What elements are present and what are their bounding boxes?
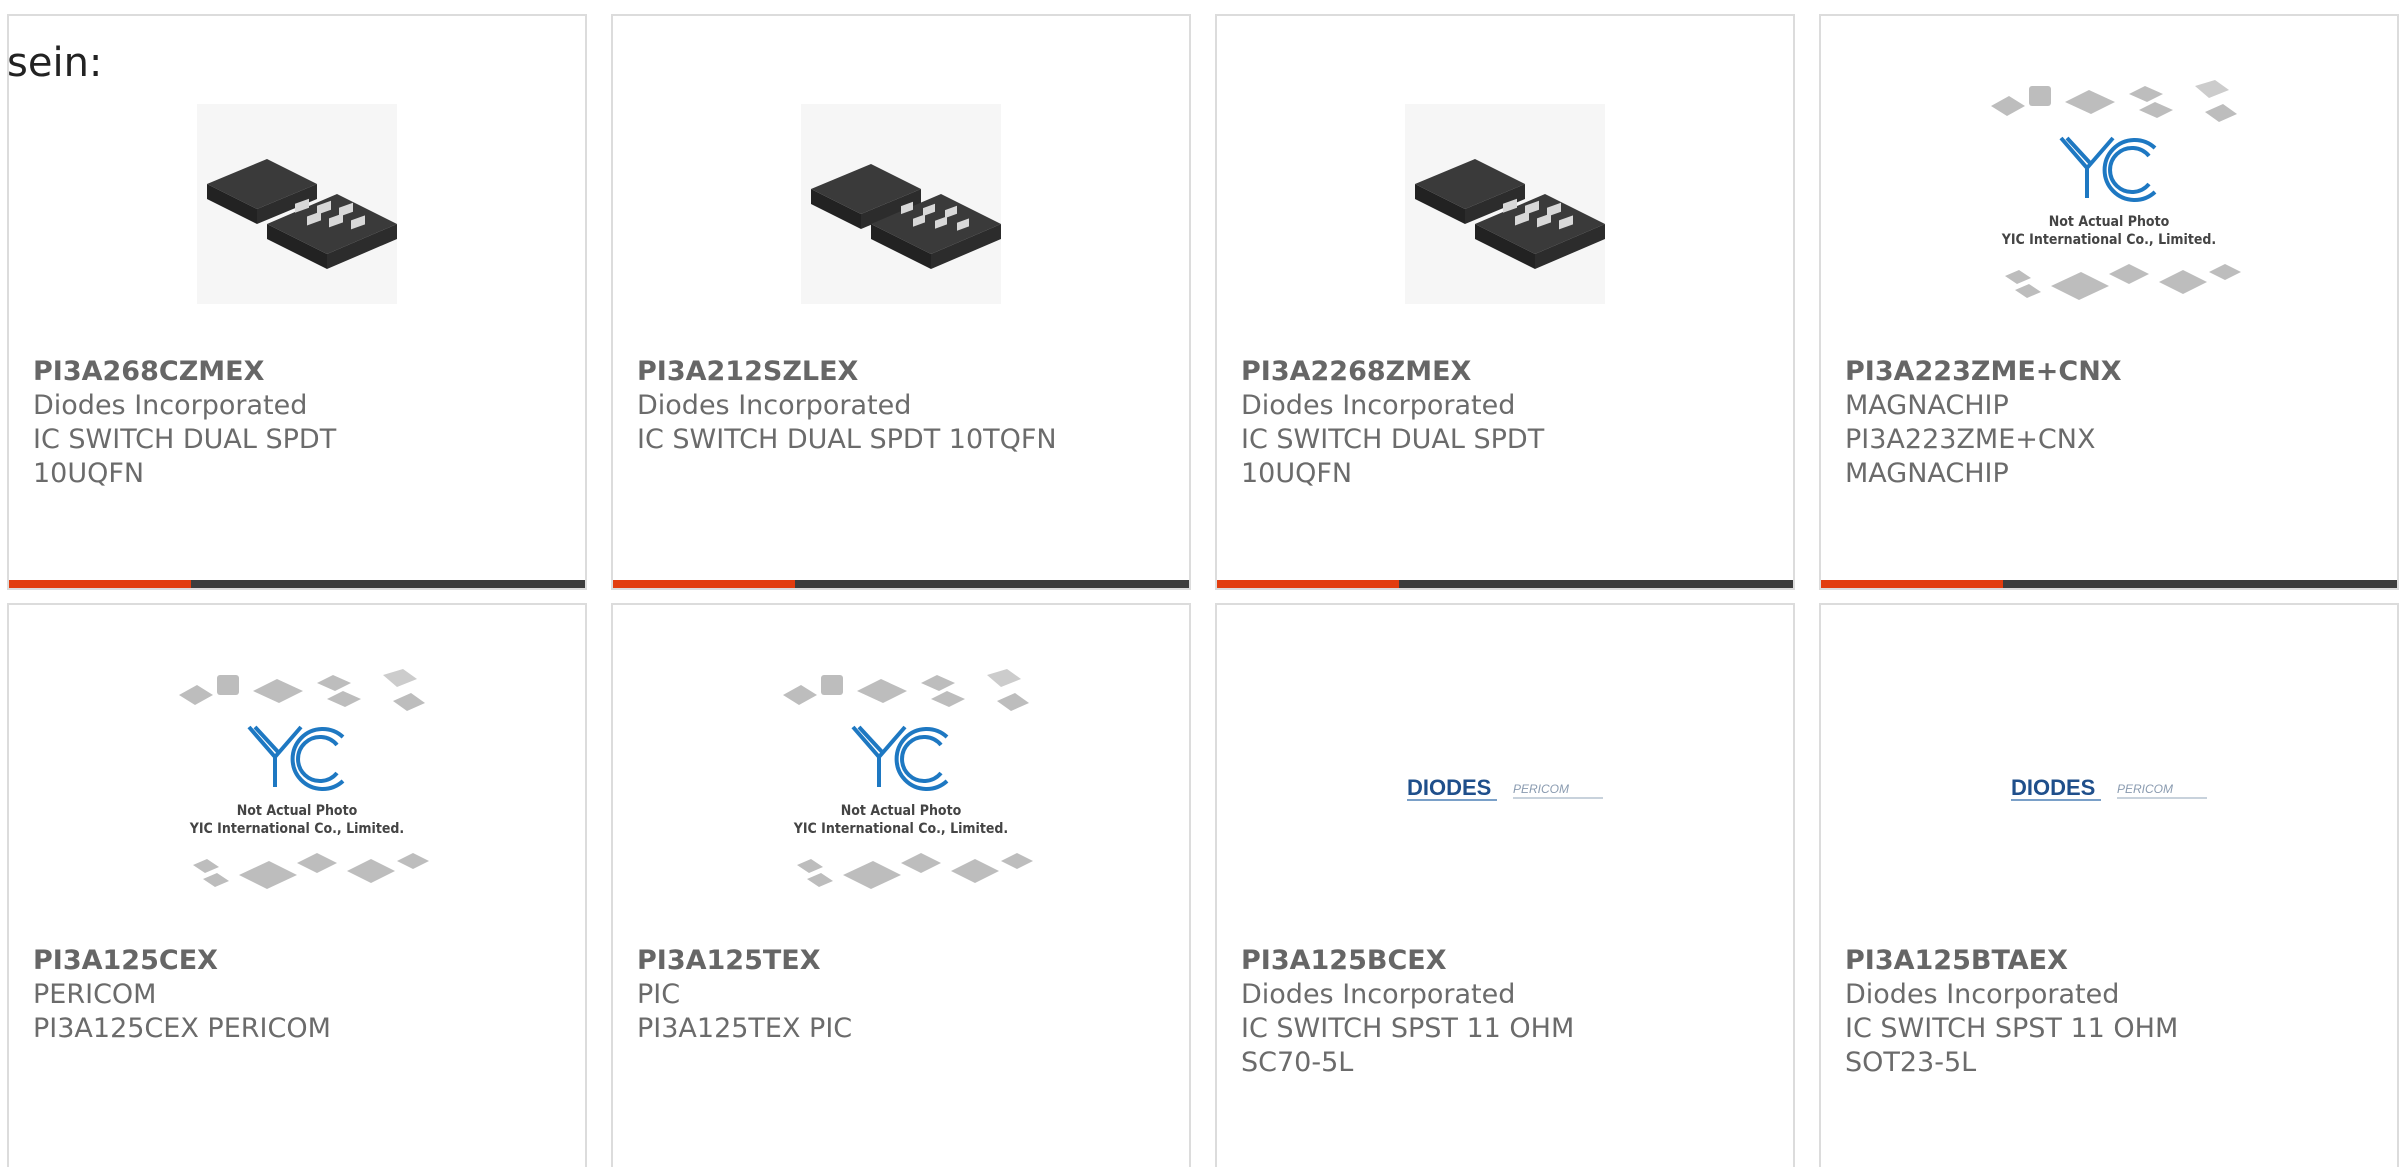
product-card[interactable]: PI3A2268ZMEX Diodes Incorporated IC SWIT… [1215,14,1795,590]
product-info: PI3A268CZMEX Diodes Incorporated IC SWIT… [33,355,453,491]
product-info: PI3A125BCEX Diodes Incorporated IC SWITC… [1241,944,1661,1080]
qfn-chip-icon [197,104,397,304]
card-bottom-bar [9,580,585,588]
description: PI3A223ZME+CNX MAGNACHIP [1845,424,2096,489]
product-info: PI3A212SZLEX Diodes Incorporated IC SWIT… [637,355,1057,457]
manufacturer: PERICOM [33,979,157,1010]
description: IC SWITCH DUAL SPDT 10UQFN [33,424,337,489]
product-info: PI3A2268ZMEX Diodes Incorporated IC SWIT… [1241,355,1661,491]
manufacturer: Diodes Incorporated [1241,979,1516,1010]
product-image[interactable]: Not Actual Photo YIC International Co., … [1969,76,2249,332]
not-actual-photo-text: Not Actual Photo [2049,214,2170,230]
diodes-logo-text: DIODES [1407,775,1491,800]
not-actual-photo-text: Not Actual Photo [237,803,358,819]
description: IC SWITCH DUAL SPDT 10TQFN [637,424,1057,455]
product-image[interactable]: Not Actual Photo YIC International Co., … [761,665,1041,921]
manufacturer: Diodes Incorporated [637,390,912,421]
description: PI3A125CEX PERICOM [33,1013,331,1044]
yic-company-text: YIC International Co., Limited. [2001,232,2216,248]
product-image[interactable] [761,76,1041,332]
product-card[interactable]: Not Actual Photo YIC International Co., … [611,603,1191,1167]
yic-placeholder-icon: Not Actual Photo YIC International Co., … [1991,80,2241,300]
product-card[interactable]: DIODES PERICOM PI3A125BCEX Diodes Incorp… [1215,603,1795,1167]
description: IC SWITCH SPST 11 OHM SOT23-5L [1845,1013,2179,1078]
part-number-link[interactable]: PI3A125BCEX [1241,944,1661,978]
product-info: PI3A223ZME+CNX MAGNACHIP PI3A223ZME+CNX … [1845,355,2265,491]
part-number-link[interactable]: PI3A125TEX [637,944,1057,978]
yic-placeholder-icon: Not Actual Photo YIC International Co., … [783,669,1033,889]
part-number-link[interactable]: PI3A125BTAEX [1845,944,2265,978]
diodes-pericom-logo-icon: DIODES PERICOM [2011,775,2207,801]
part-number-link[interactable]: PI3A268CZMEX [33,355,453,389]
yic-company-text: YIC International Co., Limited. [189,821,404,837]
product-image[interactable]: DIODES PERICOM [1969,665,2249,921]
product-info: PI3A125BTAEX Diodes Incorporated IC SWIT… [1845,944,2265,1080]
product-card[interactable]: Not Actual Photo YIC International Co., … [1819,14,2399,590]
manufacturer: Diodes Incorporated [1241,390,1516,421]
product-image[interactable]: DIODES PERICOM [1365,665,1645,921]
pericom-logo-text: PERICOM [2117,782,2173,796]
description: IC SWITCH SPST 11 OHM SC70-5L [1241,1013,1575,1078]
product-info: PI3A125CEX PERICOM PI3A125CEX PERICOM [33,944,453,1046]
part-number-link[interactable]: PI3A125CEX [33,944,453,978]
qfn-chip-icon [1405,104,1605,304]
product-grid-page: PI3A268CZMEX Diodes Incorporated IC SWIT… [0,0,2400,1167]
product-info: PI3A125TEX PIC PI3A125TEX PIC [637,944,1057,1046]
product-card[interactable]: DIODES PERICOM PI3A125BTAEX Diodes Incor… [1819,603,2399,1167]
qfn-chip-icon [801,104,1001,304]
pericom-logo-text: PERICOM [1513,782,1569,796]
product-grid: PI3A268CZMEX Diodes Incorporated IC SWIT… [7,14,2399,1167]
description: IC SWITCH DUAL SPDT 10UQFN [1241,424,1545,489]
fragment-text: sein: [7,40,103,86]
manufacturer: MAGNACHIP [1845,390,2009,421]
product-image[interactable] [157,76,437,332]
diodes-pericom-logo-icon: DIODES PERICOM [1407,775,1603,801]
part-number-link[interactable]: PI3A2268ZMEX [1241,355,1661,389]
part-number-link[interactable]: PI3A212SZLEX [637,355,1057,389]
diodes-logo-text: DIODES [2011,775,2095,800]
description: PI3A125TEX PIC [637,1013,853,1044]
yic-placeholder-icon: Not Actual Photo YIC International Co., … [179,669,429,889]
product-card[interactable]: PI3A268CZMEX Diodes Incorporated IC SWIT… [7,14,587,590]
product-card[interactable]: PI3A212SZLEX Diodes Incorporated IC SWIT… [611,14,1191,590]
not-actual-photo-text: Not Actual Photo [841,803,962,819]
card-bottom-bar [1821,580,2397,588]
manufacturer: Diodes Incorporated [33,390,308,421]
yic-company-text: YIC International Co., Limited. [793,821,1008,837]
manufacturer: PIC [637,979,681,1010]
product-card[interactable]: Not Actual Photo YIC International Co., … [7,603,587,1167]
product-image[interactable]: Not Actual Photo YIC International Co., … [157,665,437,921]
manufacturer: Diodes Incorporated [1845,979,2120,1010]
product-image[interactable] [1365,76,1645,332]
card-bottom-bar [1217,580,1793,588]
part-number-link[interactable]: PI3A223ZME+CNX [1845,355,2265,389]
card-bottom-bar [613,580,1189,588]
